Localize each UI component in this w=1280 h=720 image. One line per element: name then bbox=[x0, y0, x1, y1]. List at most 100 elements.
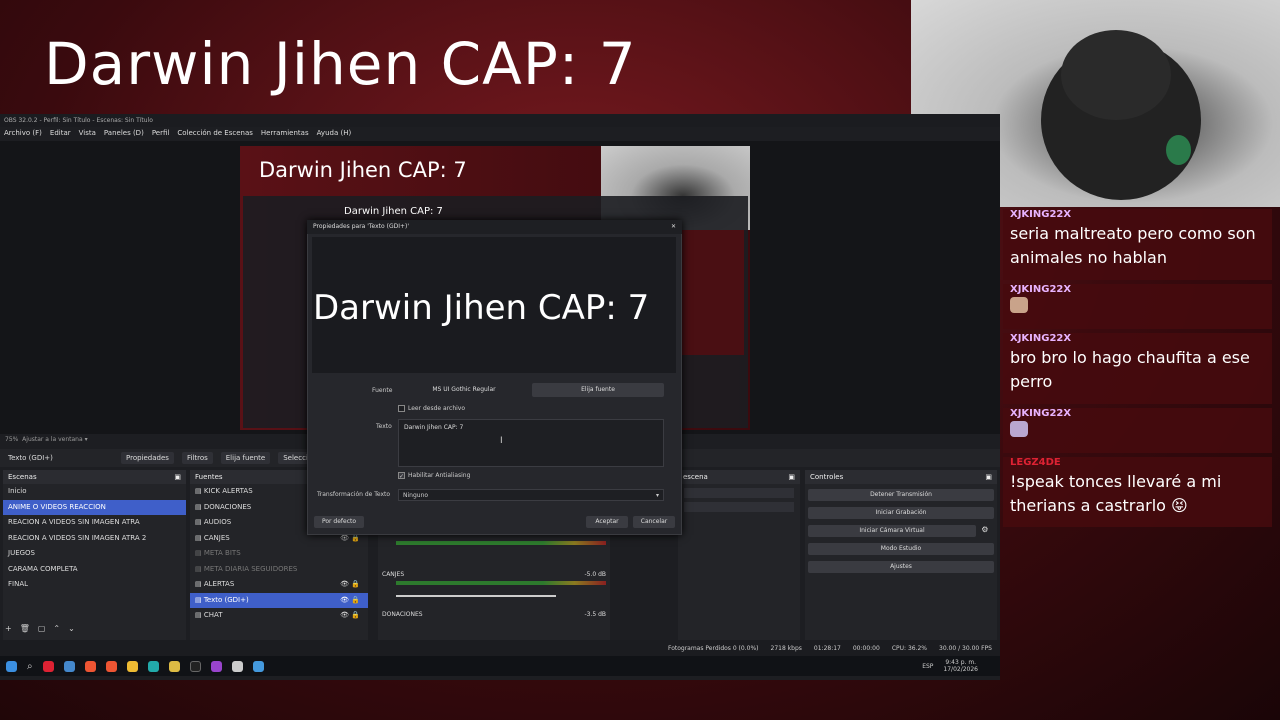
choose-font-button[interactable]: Elija fuente bbox=[532, 383, 664, 397]
chat-message: XJKING22X bbox=[1003, 284, 1272, 329]
settings-button[interactable]: Ajustes bbox=[808, 561, 994, 573]
meter-bar bbox=[396, 541, 606, 545]
menu-coleccion[interactable]: Colección de Escenas bbox=[177, 129, 253, 139]
transform-select[interactable]: Ninguno ▾ bbox=[398, 489, 664, 501]
scene-item[interactable]: Inicio bbox=[3, 484, 186, 500]
windows-start-icon[interactable] bbox=[6, 660, 17, 672]
start-recording-button[interactable]: Iniciar Grabación bbox=[808, 507, 994, 519]
text-cursor-icon: I bbox=[500, 436, 503, 446]
chat-message: XJKING22X seria maltreato pero como son … bbox=[1003, 209, 1272, 280]
audio-mixer: CANJES -5.0 dB DONACIONES -3.5 dB bbox=[378, 535, 610, 640]
antialias-checkbox[interactable]: ✓ Habilitar Antialiasing bbox=[398, 472, 470, 480]
episode-title-overlay: Darwin Jihen CAP: 7 bbox=[44, 30, 637, 98]
source-item[interactable]: ▤ META BITS bbox=[190, 546, 368, 562]
source-item[interactable]: ▤ ALERTAS 👁 🔒 bbox=[190, 577, 368, 593]
obs-menu-bar: Archivo (F) Editar Vista Paneles (D) Per… bbox=[0, 127, 1000, 141]
scenes-dock: Escenas ▣ Inicio ANIME O VIDEOS REACCION … bbox=[3, 470, 186, 640]
scene-item[interactable]: FINAL bbox=[3, 577, 186, 593]
obs-icon[interactable] bbox=[189, 660, 201, 672]
menu-editar[interactable]: Editar bbox=[50, 129, 71, 139]
fps: 30.00 / 30.00 FPS bbox=[939, 645, 992, 652]
transitions-header: escena ▣ bbox=[678, 470, 800, 484]
search-icon[interactable]: ⌕ bbox=[27, 661, 33, 672]
zoom-level: 75% bbox=[5, 436, 19, 443]
transition-select[interactable] bbox=[684, 488, 794, 498]
stop-streaming-button[interactable]: Detener Transmisión bbox=[808, 489, 994, 501]
chat-message: LEGZ4DE !speak tonces llevaré a mi theri… bbox=[1003, 457, 1272, 527]
properties-button[interactable]: Propiedades bbox=[121, 452, 174, 464]
read-file-checkbox[interactable]: Leer desde archivo bbox=[398, 405, 465, 412]
virtual-camera-button[interactable]: Iniciar Cámara Virtual bbox=[808, 525, 976, 537]
obs-title-bar: OBS 32.0.2 - Perfil: Sin Título - Escena… bbox=[0, 114, 1000, 127]
preview-nested-title: Darwin Jihen CAP: 7 bbox=[344, 206, 443, 217]
duration-input[interactable] bbox=[684, 502, 794, 512]
chat-text: bro bro lo hago chaufita a ese perro bbox=[1010, 348, 1250, 391]
windows-taskbar: ⌕ ESP 9:43 p. m. 17/02/2026 bbox=[0, 656, 1000, 676]
text-input[interactable]: Darwin Jihen CAP: 7 bbox=[398, 419, 664, 467]
menu-paneles[interactable]: Paneles (D) bbox=[104, 129, 144, 139]
source-item[interactable]: ▤ META DIARIA SEGUIDORES bbox=[190, 562, 368, 578]
source-item[interactable]: ▤ CHAT 👁 🔒 bbox=[190, 608, 368, 624]
chat-username: XJKING22X bbox=[1010, 284, 1072, 295]
chrome-icon[interactable] bbox=[126, 660, 138, 672]
menu-ayuda[interactable]: Ayuda (H) bbox=[317, 129, 352, 139]
close-icon[interactable]: ✕ bbox=[671, 223, 676, 231]
scene-item[interactable]: REACION A VIDEOS SIN IMAGEN ATRA bbox=[3, 515, 186, 531]
menu-perfil[interactable]: Perfil bbox=[152, 129, 170, 139]
app-icon[interactable] bbox=[231, 660, 243, 672]
app-icon[interactable] bbox=[63, 660, 75, 672]
selected-source-label: Texto (GDI+) bbox=[8, 454, 53, 462]
cancel-button[interactable]: Cancelar bbox=[633, 516, 675, 528]
folder-icon[interactable] bbox=[168, 660, 180, 672]
choose-font-button[interactable]: Elija fuente bbox=[220, 452, 271, 464]
chrome-icon[interactable] bbox=[105, 660, 117, 672]
accept-button[interactable]: Aceptar bbox=[586, 516, 628, 528]
clock[interactable]: 9:43 p. m. 17/02/2026 bbox=[943, 659, 1000, 673]
filters-button[interactable]: Filtros bbox=[181, 452, 213, 464]
source-item[interactable]: ▤ Texto (GDI+) 👁 🔒 bbox=[190, 592, 368, 608]
dropped-frames: Fotogramas Perdidos 0 (0.0%) bbox=[667, 645, 759, 652]
controls-dock: Controles ▣ Detener Transmisión Iniciar G… bbox=[805, 470, 997, 640]
mixer-channel-db: -3.5 dB bbox=[584, 611, 606, 618]
preview-chat bbox=[678, 230, 744, 355]
chrome-icon[interactable] bbox=[84, 660, 96, 672]
dialog-title: Propiedades para 'Texto (GDI+)' bbox=[313, 223, 409, 230]
scene-actions[interactable]: +🗑▢⌃⌄ bbox=[5, 624, 83, 633]
bitrate: 2718 kbps bbox=[770, 645, 802, 652]
chat-username: LEGZ4DE bbox=[1010, 457, 1061, 468]
text-label: Texto bbox=[376, 423, 392, 430]
mixer-channel-db: -5.0 dB bbox=[584, 571, 606, 578]
gear-icon[interactable]: ⚙ bbox=[981, 525, 988, 534]
emote-icon bbox=[1010, 421, 1028, 437]
chat-username: XJKING22X bbox=[1010, 333, 1072, 344]
mixer-channel-name: CANJES bbox=[382, 571, 405, 578]
app-icon[interactable] bbox=[252, 660, 264, 672]
record-time: 00:00:00 bbox=[852, 645, 880, 652]
preview-title: Darwin Jihen CAP: 7 bbox=[259, 158, 467, 182]
menu-archivo[interactable]: Archivo (F) bbox=[4, 129, 42, 139]
scene-item[interactable]: ANIME O VIDEOS REACCION bbox=[3, 499, 186, 515]
dialog-title-bar: Propiedades para 'Texto (GDI+)' ✕ bbox=[307, 220, 682, 234]
language-indicator[interactable]: ESP bbox=[922, 663, 933, 670]
brave-icon[interactable] bbox=[42, 660, 54, 672]
emote-icon bbox=[1010, 297, 1028, 313]
defaults-button[interactable]: Por defecto bbox=[314, 516, 364, 528]
menu-vista[interactable]: Vista bbox=[79, 129, 96, 139]
chat-message: XJKING22X bbox=[1003, 408, 1272, 453]
volume-slider[interactable] bbox=[396, 595, 556, 597]
scene-item[interactable]: JUEGOS bbox=[3, 546, 186, 562]
transform-label: Transformación de Texto bbox=[317, 491, 391, 498]
scene-item[interactable]: REACION A VIDEOS SIN IMAGEN ATRA 2 bbox=[3, 531, 186, 547]
zoom-indicator[interactable]: 75% Ajustar a la ventana ▾ bbox=[5, 436, 88, 443]
mixer-channel-name: DONACIONES bbox=[382, 611, 423, 618]
stream-time: 01:28:17 bbox=[813, 645, 841, 652]
app-icon[interactable] bbox=[210, 660, 222, 672]
meter-bar bbox=[396, 581, 606, 585]
chat-text: seria maltreato pero como son animales n… bbox=[1010, 224, 1256, 267]
menu-herramientas[interactable]: Herramientas bbox=[261, 129, 309, 139]
studio-mode-button[interactable]: Modo Estudio bbox=[808, 543, 994, 555]
scene-item[interactable]: CARAMA COMPLETA bbox=[3, 562, 186, 578]
edge-icon[interactable] bbox=[147, 660, 159, 672]
status-bar: Fotogramas Perdidos 0 (0.0%) 2718 kbps 0… bbox=[0, 640, 1000, 656]
font-label: Fuente bbox=[372, 387, 393, 394]
